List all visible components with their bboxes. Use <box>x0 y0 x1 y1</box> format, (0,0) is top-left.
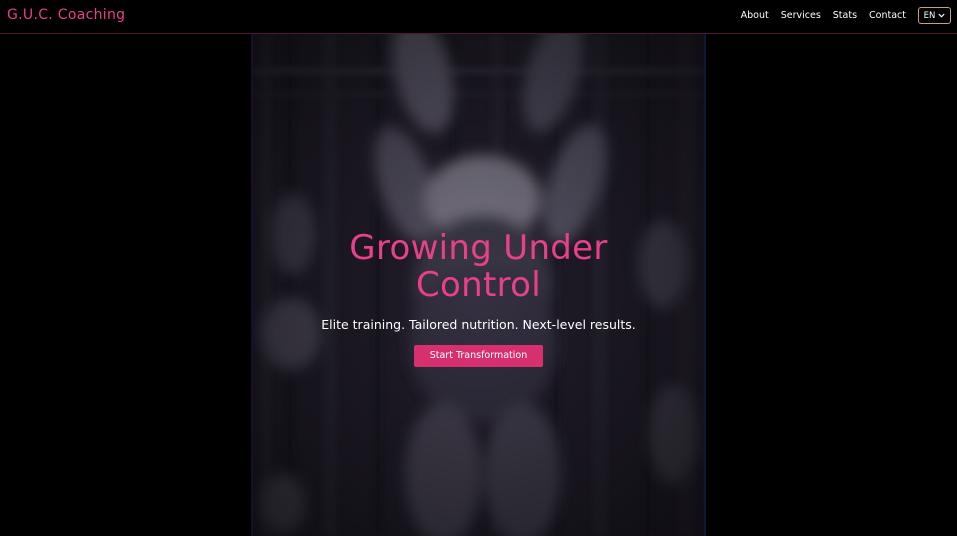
nav-link-contact[interactable]: Contact <box>869 10 906 21</box>
hero-subtitle: Elite training. Tailored nutrition. Next… <box>321 317 636 332</box>
hero-title: Growing Under Control <box>349 228 608 305</box>
nav-link-services[interactable]: Services <box>781 10 821 21</box>
language-select[interactable]: EN <box>918 7 951 24</box>
brand-logo-link[interactable]: G.U.C. Coaching <box>7 7 125 23</box>
hero-content: Growing Under Control Elite training. Ta… <box>253 230 704 367</box>
start-transformation-button[interactable]: Start Transformation <box>413 345 544 367</box>
nav-link-stats[interactable]: Stats <box>833 10 857 21</box>
page: G.U.C. Coaching About Services Stats Con… <box>0 0 957 536</box>
nav-link-about[interactable]: About <box>741 10 769 21</box>
chevron-down-icon <box>938 13 945 18</box>
nav-links: About Services Stats Contact <box>741 10 906 21</box>
navbar: G.U.C. Coaching About Services Stats Con… <box>0 0 957 34</box>
language-value: EN <box>923 10 936 21</box>
